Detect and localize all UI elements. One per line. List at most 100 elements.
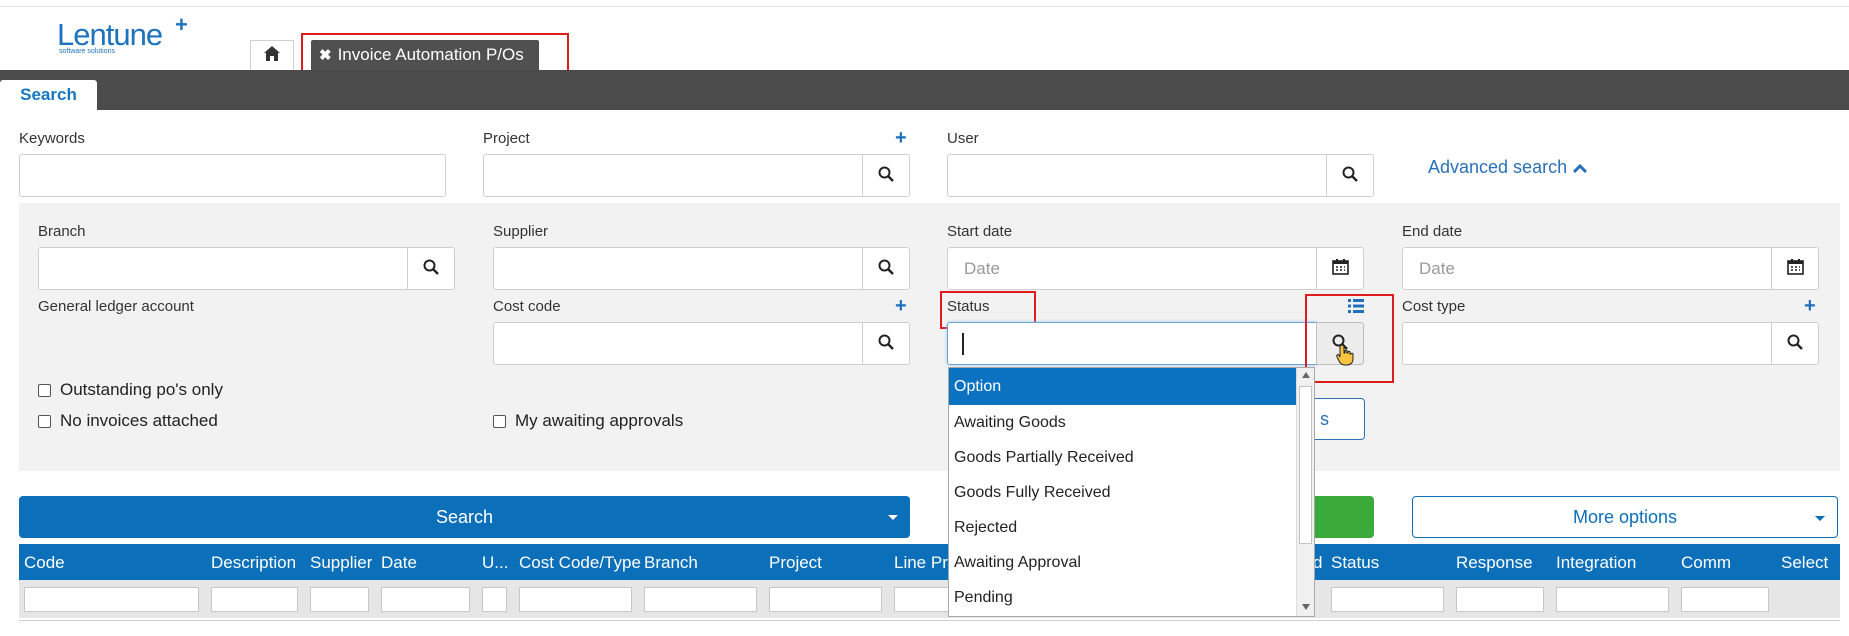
column-header-project[interactable]: Project [769, 553, 822, 573]
status-dropdown-list[interactable]: Option Awaiting Goods Goods Partially Re… [948, 367, 1315, 617]
tab-search[interactable]: Search [0, 80, 97, 110]
column-header-select[interactable]: Select [1781, 553, 1828, 573]
more-options-label: More options [1572, 506, 1678, 527]
cost-code-search-button[interactable] [862, 322, 910, 365]
cost-code-input[interactable] [493, 322, 863, 365]
end-date-placeholder: Date [1419, 259, 1455, 278]
end-date-calendar-button[interactable] [1771, 247, 1819, 290]
table-filter-row [19, 580, 1840, 618]
cost-type-search-button[interactable] [1771, 322, 1819, 365]
supplier-label: Supplier [493, 223, 549, 240]
column-header-u[interactable]: U... [482, 553, 508, 573]
add-cost-type-icon[interactable]: + [1804, 296, 1816, 316]
column-header-response[interactable]: Response [1456, 553, 1533, 573]
filter-input-cost-code-type[interactable] [519, 587, 632, 612]
partially-hidden-button-label: s [1320, 408, 1329, 429]
start-date-input[interactable]: Date [947, 247, 1317, 290]
caret-down-icon [1815, 516, 1825, 521]
column-header-date[interactable]: Date [381, 553, 417, 573]
branch-input[interactable] [38, 247, 408, 290]
checkbox-label: My awaiting approvals [515, 411, 684, 430]
branch-search-button[interactable] [407, 247, 455, 290]
my-awaiting-approvals-checkbox[interactable]: My awaiting approvals [493, 411, 683, 431]
add-cost-code-icon[interactable]: + [895, 296, 907, 316]
filter-input-supplier[interactable] [310, 587, 369, 612]
caret-down-icon[interactable] [888, 515, 898, 520]
logo-plus-mark: + [175, 12, 188, 37]
search-icon [878, 259, 894, 279]
search-icon [423, 259, 439, 279]
filter-input-line-price[interactable] [894, 587, 954, 612]
calendar-icon [1331, 258, 1349, 279]
text-caret [962, 333, 964, 355]
filter-input-project[interactable] [769, 587, 882, 612]
more-options-button[interactable]: More options [1412, 496, 1838, 538]
calendar-icon [1786, 258, 1804, 279]
column-header-code[interactable]: Code [24, 553, 65, 573]
dropdown-scrollbar[interactable] [1296, 368, 1314, 616]
keywords-input[interactable] [19, 154, 446, 197]
advanced-search-link[interactable]: Advanced search [1428, 157, 1588, 178]
outstanding-pos-checkbox[interactable]: Outstanding po's only [38, 380, 223, 400]
logo-text: Lentune [57, 17, 163, 52]
filter-input-status[interactable] [1331, 587, 1444, 612]
chevron-up-icon [1573, 157, 1588, 178]
user-label: User [947, 130, 979, 147]
project-input[interactable] [483, 154, 863, 197]
status-option[interactable]: Pending [949, 580, 1297, 615]
column-header-status[interactable]: Status [1331, 553, 1379, 573]
status-option[interactable]: Goods Fully Received [949, 475, 1297, 510]
filter-input-u[interactable] [482, 587, 507, 612]
scroll-down-icon[interactable] [1302, 604, 1310, 610]
column-header-line-price[interactable]: Line Pr [894, 553, 948, 573]
end-date-input[interactable]: Date [1402, 247, 1772, 290]
home-icon [263, 45, 281, 66]
supplier-search-button[interactable] [862, 247, 910, 290]
search-button[interactable]: Search [19, 496, 910, 538]
filter-input-integration[interactable] [1556, 587, 1669, 612]
checkbox-label: No invoices attached [60, 411, 218, 430]
scroll-up-icon[interactable] [1302, 372, 1310, 378]
status-option[interactable]: Awaiting Approval [949, 545, 1297, 580]
cost-type-label: Cost type [1402, 298, 1466, 315]
start-date-placeholder: Date [964, 259, 1000, 278]
start-date-calendar-button[interactable] [1316, 247, 1364, 290]
scrollbar-thumb[interactable] [1299, 386, 1312, 544]
column-header-supplier[interactable]: Supplier [310, 553, 372, 573]
project-search-button[interactable] [862, 154, 910, 197]
status-option[interactable]: Awaiting Goods [949, 405, 1297, 440]
no-invoices-checkbox[interactable]: No invoices attached [38, 411, 218, 431]
user-input[interactable] [947, 154, 1327, 197]
filter-input-comm[interactable] [1681, 587, 1769, 612]
user-search-button[interactable] [1326, 154, 1374, 197]
checkbox-box[interactable] [38, 414, 51, 428]
end-date-label: End date [1402, 223, 1463, 240]
search-icon [878, 166, 894, 186]
home-tab[interactable] [250, 40, 294, 70]
cost-type-input[interactable] [1402, 322, 1772, 365]
filter-input-description[interactable] [211, 587, 298, 612]
column-header-description[interactable]: Description [211, 553, 296, 573]
checkbox-box[interactable] [493, 414, 506, 428]
filter-input-branch[interactable] [644, 587, 757, 612]
search-icon [878, 334, 894, 354]
column-header-cost-code-type[interactable]: Cost Code/Type [519, 553, 641, 573]
search-icon [1342, 166, 1358, 186]
status-option[interactable]: Goods Partially Received [949, 440, 1297, 475]
search-button-label: Search [435, 506, 494, 527]
table-bottom-border [19, 620, 1840, 621]
column-header-integration[interactable]: Integration [1556, 553, 1636, 573]
supplier-input[interactable] [493, 247, 863, 290]
filter-input-code[interactable] [24, 587, 199, 612]
highlight-box-status-search [1305, 294, 1394, 383]
advanced-search-label: Advanced search [1428, 157, 1568, 177]
checkbox-box[interactable] [38, 383, 51, 397]
column-header-branch[interactable]: Branch [644, 553, 698, 573]
status-option[interactable]: Rejected [949, 510, 1297, 545]
filter-input-date[interactable] [381, 587, 470, 612]
column-header-comm[interactable]: Comm [1681, 553, 1731, 573]
add-project-icon[interactable]: + [895, 128, 907, 148]
status-input[interactable] [947, 322, 1317, 365]
filter-input-response[interactable] [1456, 587, 1544, 612]
status-option-selected[interactable]: Option [949, 368, 1297, 405]
